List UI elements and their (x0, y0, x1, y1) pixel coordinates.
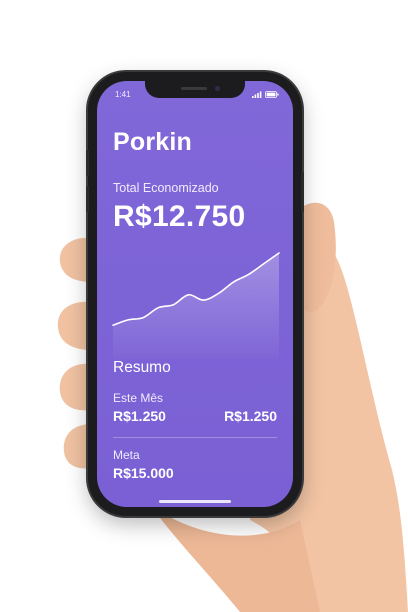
summary-title: Resumo (113, 359, 171, 376)
volume-down-button (86, 186, 89, 212)
goal-label: Meta (113, 448, 140, 462)
speaker (181, 87, 207, 90)
app-title: Porkin (113, 128, 192, 156)
summary-divider (113, 437, 277, 438)
front-camera (215, 86, 220, 91)
this-month-label: Este Mês (113, 391, 164, 405)
signal-icon (252, 91, 262, 98)
status-icons (252, 91, 279, 98)
chart-area-fill (113, 253, 279, 359)
goal-value: R$15.000 (113, 465, 174, 481)
total-saved-amount: R$12.750 (113, 200, 246, 233)
this-month-value-right: R$1.250 (224, 408, 277, 424)
savings-chart (112, 252, 280, 359)
app-screen: 1:41 Porkin Total Economizado R$12.750 R… (97, 81, 293, 507)
home-indicator[interactable] (159, 500, 231, 503)
power-button (301, 172, 304, 212)
this-month-value-left: R$1.250 (113, 408, 166, 424)
battery-icon (265, 91, 279, 98)
volume-up-button (86, 150, 89, 176)
notch (145, 81, 245, 98)
status-time: 1:41 (115, 90, 131, 99)
total-saved-label: Total Economizado (113, 181, 219, 195)
